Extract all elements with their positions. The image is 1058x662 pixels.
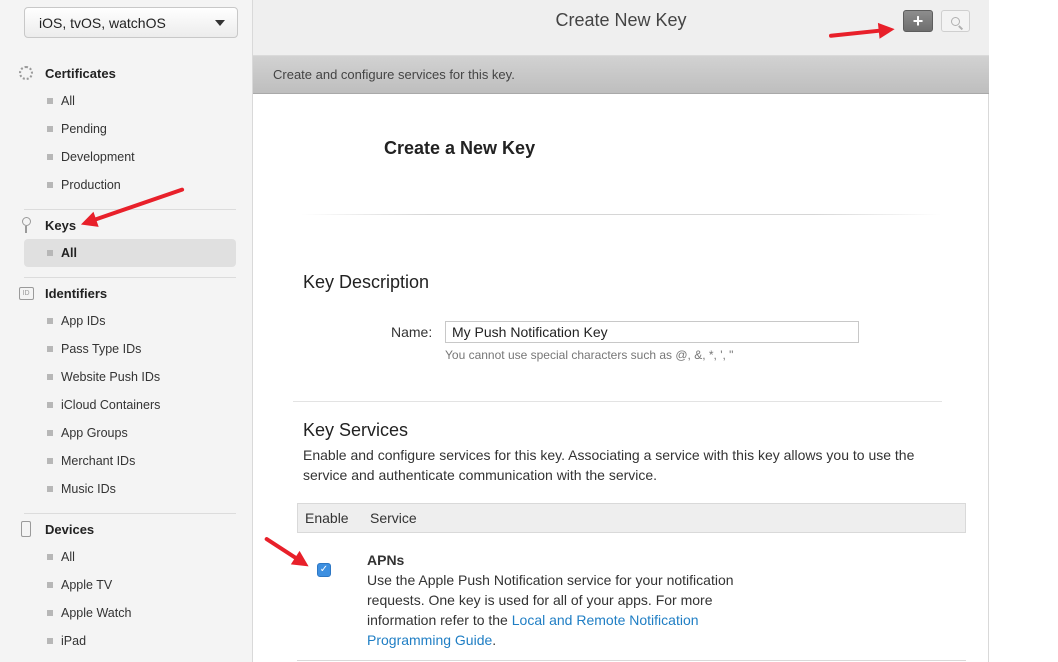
service-description: Use the Apple Push Notification service … <box>367 572 734 648</box>
sidebar-heading-devices[interactable]: Devices <box>18 515 236 543</box>
name-label: Name: <box>391 324 433 340</box>
chevron-down-icon <box>215 20 225 26</box>
column-header-service: Service <box>370 510 417 526</box>
table-row-divider <box>297 660 966 661</box>
sidebar-section-devices: Devices All Apple TV Apple Watch iPad <box>18 515 236 655</box>
id-icon: ID <box>18 285 34 301</box>
add-button[interactable]: + <box>903 10 933 32</box>
sidebar-heading-label: Identifiers <box>45 285 108 301</box>
service-name: APNs <box>367 552 405 568</box>
sidebar-item-merchant-ids[interactable]: Merchant IDs <box>18 447 236 475</box>
sidebar-heading-label: Certificates <box>45 65 116 81</box>
sidebar-item-app-groups[interactable]: App Groups <box>18 419 236 447</box>
sidebar-item-apple-tv[interactable]: Apple TV <box>18 571 236 599</box>
sidebar-item-pass-type-ids[interactable]: Pass Type IDs <box>18 335 236 363</box>
plus-icon: + <box>912 11 924 31</box>
sidebar-section-identifiers: ID Identifiers App IDs Pass Type IDs Web… <box>18 279 236 503</box>
form-title: Create a New Key <box>384 138 536 158</box>
sidebar: iOS, tvOS, watchOS Certificates All Pend… <box>0 0 253 662</box>
sidebar-item-music-ids[interactable]: Music IDs <box>18 475 236 503</box>
key-name-input[interactable] <box>445 321 859 343</box>
sidebar-item-certificates-pending[interactable]: Pending <box>18 115 236 143</box>
sidebar-section-certificates: Certificates All Pending Development Pro… <box>18 59 236 199</box>
sidebar-item-apple-watch[interactable]: Apple Watch <box>18 599 236 627</box>
name-hint: You cannot use special characters such a… <box>445 348 734 362</box>
section-divider <box>293 401 942 402</box>
sidebar-heading-identifiers[interactable]: ID Identifiers <box>18 279 236 307</box>
key-description-heading: Key Description <box>303 272 430 292</box>
search-button[interactable] <box>941 10 970 32</box>
certificate-icon <box>18 65 34 81</box>
subheader: Create and configure services for this k… <box>253 56 989 94</box>
sidebar-item-certificates-development[interactable]: Development <box>18 143 236 171</box>
sidebar-item-keys-all[interactable]: All <box>24 239 236 267</box>
sidebar-item-app-ids[interactable]: App IDs <box>18 307 236 335</box>
page-margin <box>989 0 1058 662</box>
key-services-description: Enable and configure services for this k… <box>303 447 915 483</box>
sidebar-divider <box>24 277 236 278</box>
key-icon <box>18 217 34 233</box>
sidebar-item-certificates-all[interactable]: All <box>18 87 236 115</box>
sidebar-item-devices-all[interactable]: All <box>18 543 236 571</box>
device-icon <box>18 521 34 537</box>
sidebar-item-website-push-ids[interactable]: Website Push IDs <box>18 363 236 391</box>
main-content: Create a New Key Key Description Name: Y… <box>253 94 989 662</box>
sidebar-heading-certificates[interactable]: Certificates <box>18 59 236 87</box>
services-table-header: Enable Service <box>297 503 966 533</box>
checkmark-icon: ✓ <box>319 564 329 575</box>
title-divider <box>301 214 941 215</box>
subheader-text: Create and configure services for this k… <box>273 67 515 82</box>
platform-select-value: iOS, tvOS, watchOS <box>39 14 166 31</box>
sidebar-item-certificates-production[interactable]: Production <box>18 171 236 199</box>
sidebar-item-icloud-containers[interactable]: iCloud Containers <box>18 391 236 419</box>
search-icon <box>951 16 960 26</box>
sidebar-divider <box>24 513 236 514</box>
column-header-enable: Enable <box>305 510 349 526</box>
platform-select[interactable]: iOS, tvOS, watchOS <box>24 7 238 38</box>
sidebar-heading-label: Devices <box>45 521 95 537</box>
sidebar-section-keys: Keys All <box>18 211 236 267</box>
key-services-heading: Key Services <box>303 420 409 440</box>
sidebar-heading-keys[interactable]: Keys <box>18 211 236 239</box>
apns-enable-checkbox[interactable]: ✓ <box>317 563 331 577</box>
sidebar-heading-label: Keys <box>45 217 77 233</box>
sidebar-item-ipad[interactable]: iPad <box>18 627 236 655</box>
